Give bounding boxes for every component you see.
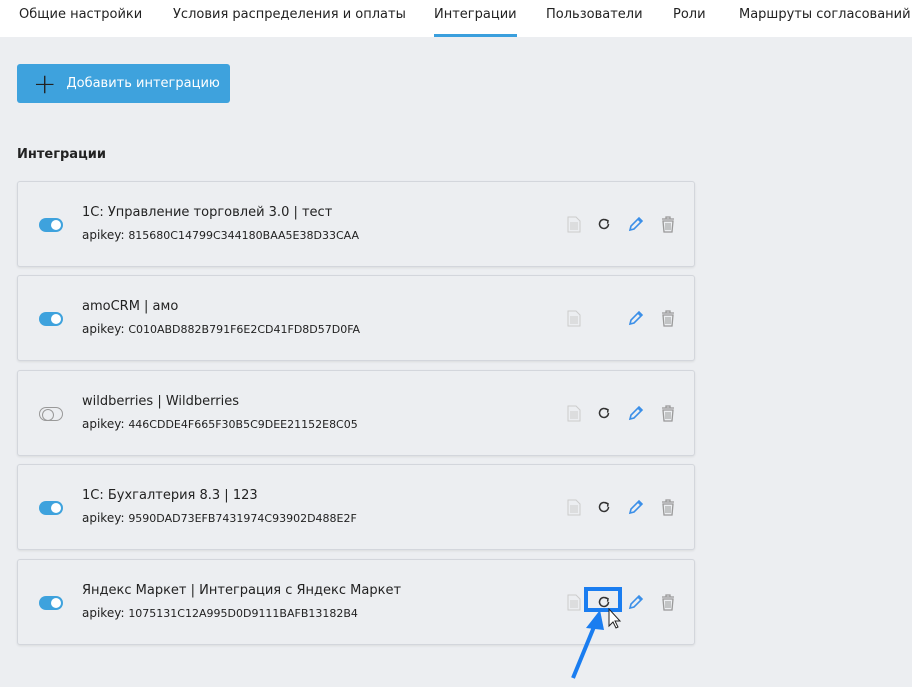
delete-trash-icon[interactable]: [659, 403, 677, 423]
apikey-value: 815680C14799C344180BAA5E38D33CAA: [128, 229, 360, 242]
enable-toggle[interactable]: [39, 501, 63, 515]
delete-trash-icon[interactable]: [659, 214, 677, 234]
integration-name: wildberries | Wildberries: [82, 394, 239, 409]
integration-card: 1С: Управление торговлей 3.0 | тест apik…: [17, 181, 695, 267]
integration-card: 1С: Бухгалтерия 8.3 | 123 apikey: 9590DA…: [17, 464, 695, 550]
enable-toggle[interactable]: [39, 407, 63, 421]
tab-distribution[interactable]: Условия распределения и оплаты: [173, 7, 406, 37]
integration-name: Яндекс Маркет | Интеграция с Яндекс Марк…: [82, 583, 402, 598]
integration-name: amoCRM | амо: [82, 299, 179, 314]
apikey-label: apikey:: [82, 511, 125, 525]
add-integration-label: Добавить интеграцию: [66, 76, 220, 91]
edit-pencil-icon[interactable]: [627, 308, 645, 328]
delete-trash-icon[interactable]: [659, 497, 677, 517]
tab-general[interactable]: Общие настройки: [19, 7, 142, 37]
integration-name: 1С: Управление торговлей 3.0 | тест: [82, 205, 333, 220]
edit-pencil-icon[interactable]: [627, 214, 645, 234]
refresh-icon[interactable]: [595, 403, 613, 423]
edit-pencil-icon[interactable]: [627, 403, 645, 423]
apikey: apikey: 9590DAD73EFB7431974C93902D488E2F: [82, 511, 357, 525]
integration-card: amoCRM | амо apikey: C010ABD882B791F6E2C…: [17, 275, 695, 361]
apikey-label: apikey:: [82, 228, 125, 242]
apikey-label: apikey:: [82, 322, 125, 336]
tab-approval-routes[interactable]: Маршруты согласований: [739, 7, 911, 37]
apikey-value: C010ABD882B791F6E2CD41FD8D57D0FA: [128, 323, 361, 336]
apikey-value: 1075131C12A995D0D9111BAFB13182B4: [128, 607, 358, 620]
tab-roles[interactable]: Роли: [673, 7, 706, 37]
settings-tabs: Общие настройки Условия распределения и …: [0, 0, 912, 37]
integration-name: 1С: Бухгалтерия 8.3 | 123: [82, 488, 258, 503]
apikey: apikey: 446CDDE4F665F30B5C9DEE21152E8C05: [82, 417, 358, 431]
section-title: Интеграции: [17, 147, 106, 162]
refresh-icon[interactable]: [595, 497, 613, 517]
document-icon[interactable]: [565, 403, 583, 423]
document-icon[interactable]: [565, 497, 583, 517]
apikey-label: apikey:: [82, 606, 125, 620]
tab-users[interactable]: Пользователи: [546, 7, 643, 37]
enable-toggle[interactable]: [39, 312, 63, 326]
apikey: apikey: 1075131C12A995D0D9111BAFB13182B4: [82, 606, 358, 620]
tab-integrations[interactable]: Интеграции: [434, 7, 517, 37]
apikey-value: 446CDDE4F665F30B5C9DEE21152E8C05: [128, 418, 358, 431]
refresh-icon[interactable]: [595, 214, 613, 234]
annotation-arrow-icon: [571, 607, 622, 679]
apikey: apikey: C010ABD882B791F6E2CD41FD8D57D0FA: [82, 322, 360, 336]
edit-pencil-icon[interactable]: [627, 497, 645, 517]
document-icon[interactable]: [565, 214, 583, 234]
delete-trash-icon[interactable]: [659, 308, 677, 328]
add-integration-button[interactable]: + Добавить интеграцию: [17, 64, 230, 103]
integration-card: wildberries | Wildberries apikey: 446CDD…: [17, 370, 695, 456]
enable-toggle[interactable]: [39, 596, 63, 610]
delete-trash-icon[interactable]: [659, 592, 677, 612]
plus-icon: +: [33, 66, 57, 100]
document-icon[interactable]: [565, 308, 583, 328]
apikey-value: 9590DAD73EFB7431974C93902D488E2F: [128, 512, 357, 525]
apikey: apikey: 815680C14799C344180BAA5E38D33CAA: [82, 228, 359, 242]
enable-toggle[interactable]: [39, 218, 63, 232]
apikey-label: apikey:: [82, 417, 125, 431]
